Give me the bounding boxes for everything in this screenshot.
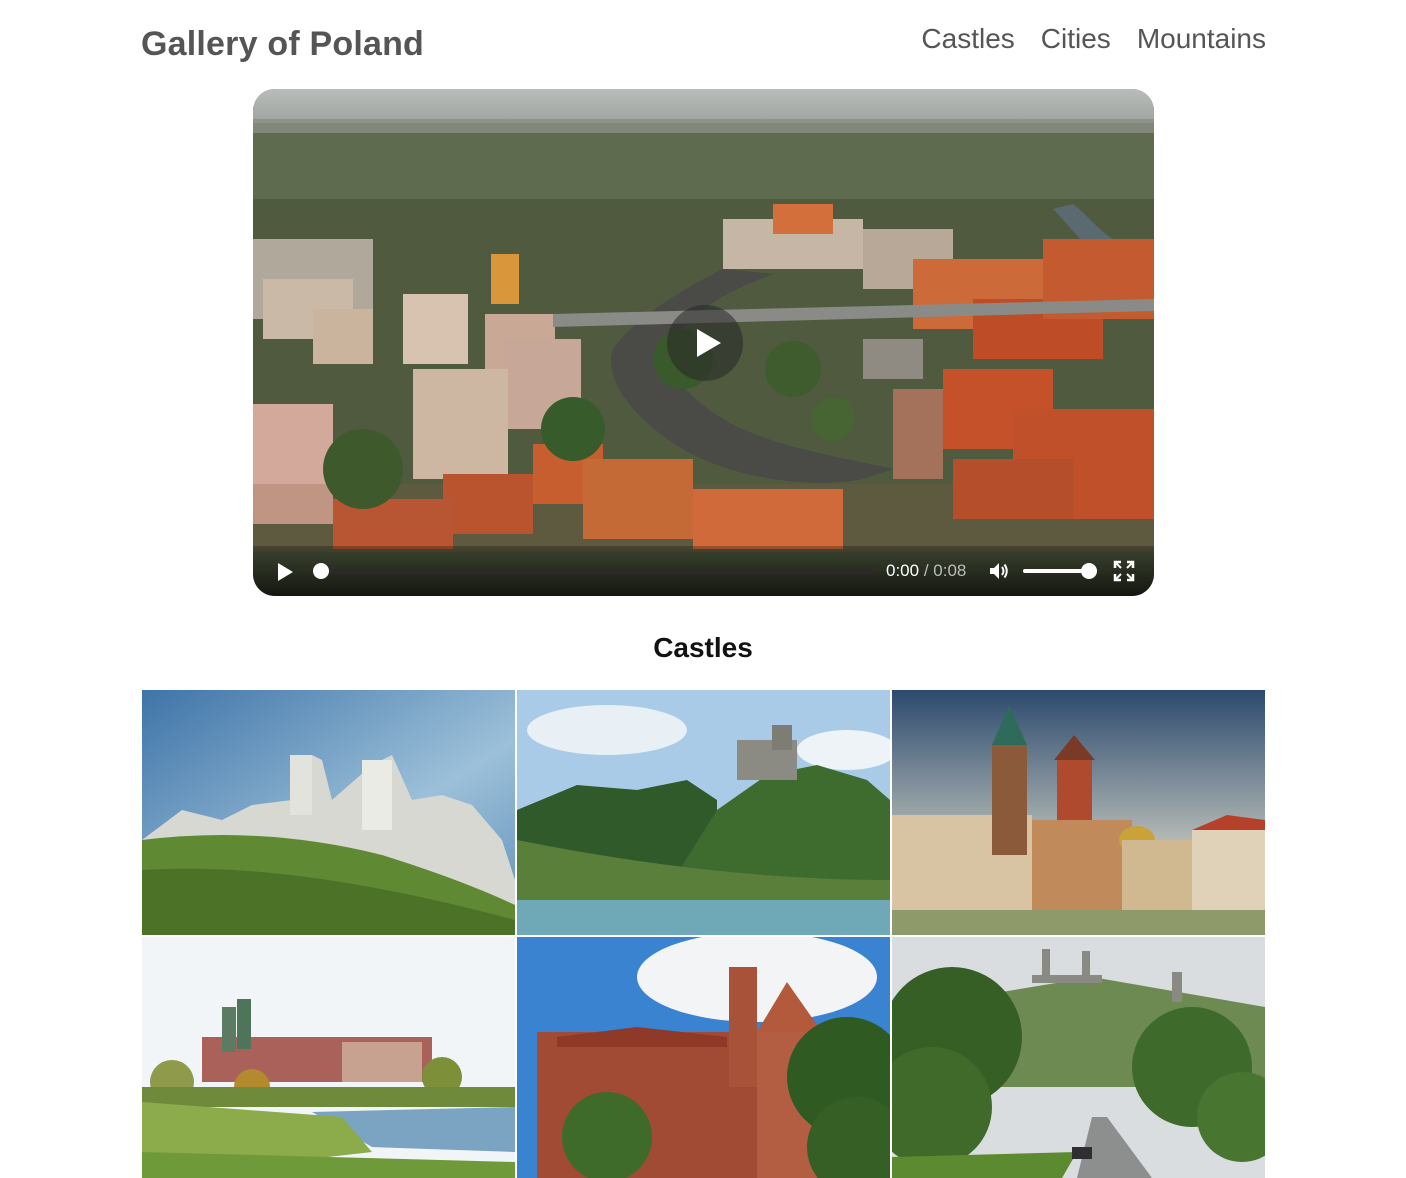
gallery-image-hilltop-castle-road[interactable] — [892, 937, 1265, 1178]
play-button[interactable] — [275, 562, 295, 582]
gallery-image-brick-castle[interactable] — [517, 937, 890, 1178]
fullscreen-button[interactable] — [1113, 560, 1135, 582]
site-title: Gallery of Poland — [141, 25, 425, 63]
gallery-image-cathedral-castle[interactable] — [892, 690, 1265, 935]
section-title-castles: Castles — [653, 632, 753, 663]
progress-bar[interactable] — [313, 563, 873, 579]
volume-thumb[interactable] — [1081, 563, 1097, 579]
nav-link-cities[interactable]: Cities — [1041, 18, 1111, 60]
nav-link-castles[interactable]: Castles — [921, 18, 1014, 60]
main-nav: Castles Cities Mountains — [921, 18, 1266, 60]
brick-castle-image — [517, 937, 890, 1178]
volume-slider[interactable] — [1023, 563, 1097, 579]
fullscreen-icon — [1113, 560, 1135, 582]
gallery-image-castle-ruins[interactable] — [142, 690, 515, 935]
hilltop-castle-road-image — [892, 937, 1265, 1178]
time-separator: / — [923, 561, 929, 580]
riverside-castle-image — [142, 937, 515, 1178]
nav-link-mountains[interactable]: Mountains — [1137, 18, 1266, 60]
current-time: 0:00 — [886, 561, 920, 580]
duration: 0:08 — [933, 561, 967, 580]
hill-castle-lake-image — [517, 690, 890, 935]
gallery-image-hill-castle-lake[interactable] — [517, 690, 890, 935]
volume-icon — [990, 563, 1008, 579]
time-display: 0:00 / 0:08 — [886, 560, 966, 582]
video-player[interactable]: 0:00 / 0:08 — [253, 89, 1154, 596]
castles-gallery — [142, 690, 1265, 1178]
big-play-button[interactable] — [667, 305, 743, 381]
progress-thumb[interactable] — [313, 563, 329, 579]
gallery-image-riverside-castle[interactable] — [142, 937, 515, 1178]
video-controls: 0:00 / 0:08 — [253, 546, 1154, 596]
site-header: Gallery of Poland Castles Cities Mountai… — [0, 0, 1406, 88]
mute-button[interactable] — [987, 559, 1011, 583]
castle-ruins-image — [142, 690, 515, 935]
cathedral-castle-image — [892, 690, 1265, 935]
page: Gallery of Poland Castles Cities Mountai… — [0, 0, 1406, 1178]
